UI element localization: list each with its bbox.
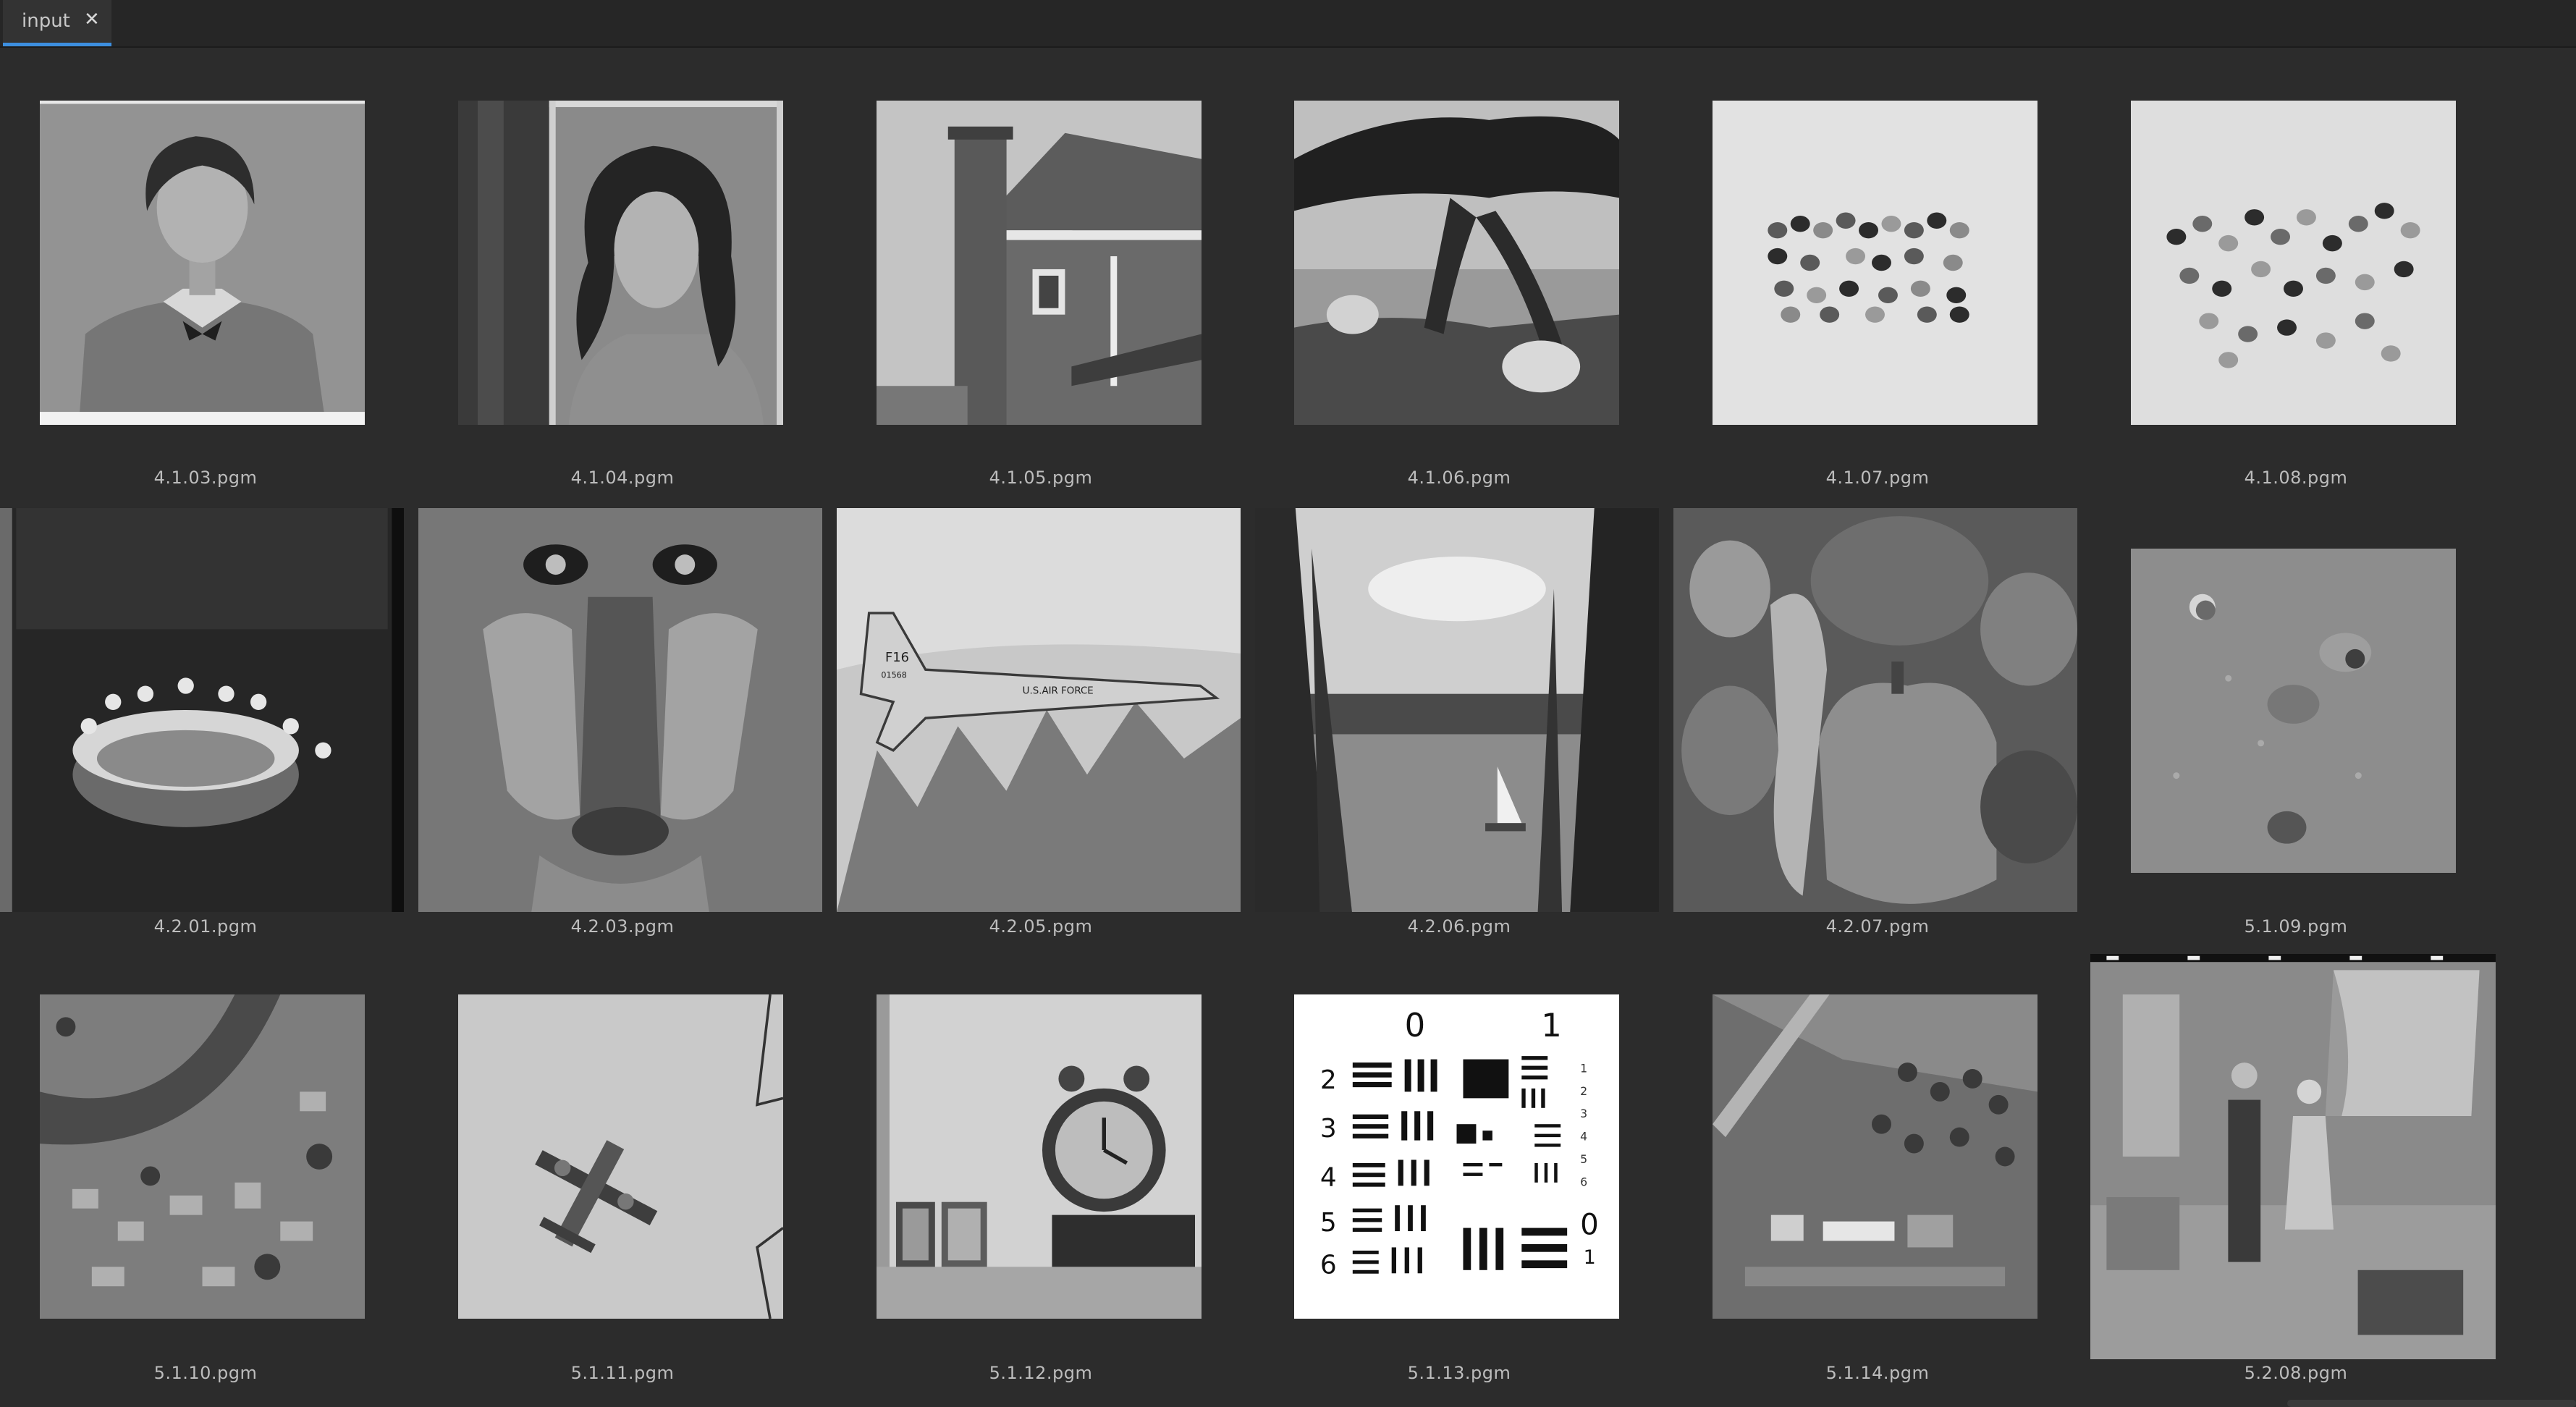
thumbnail-5-2-08[interactable] xyxy=(2090,954,2496,1359)
thumbnail-caption: 5.1.14.pgm xyxy=(1825,1363,1930,1383)
thumbnail-caption: 4.1.05.pgm xyxy=(989,468,1093,488)
thumbnail-5-1-12[interactable] xyxy=(877,994,1202,1319)
chart-label-bottom-0: 0 xyxy=(1580,1208,1599,1242)
jet-side-text: U.S.AIR FORCE xyxy=(1023,686,1094,697)
close-icon[interactable]: ✕ xyxy=(84,9,100,30)
thumbnail-caption: 4.2.06.pgm xyxy=(1407,916,1511,937)
thumbnail-4-2-07[interactable] xyxy=(1673,508,2077,912)
thumbnail-4-2-03[interactable] xyxy=(418,508,822,912)
thumbnail-5-1-11[interactable] xyxy=(458,994,783,1319)
chart-label-left-5: 5 xyxy=(1320,1208,1337,1238)
chart-group-label: 4 xyxy=(1580,1130,1587,1144)
thumbnail-caption: 5.1.09.pgm xyxy=(2244,916,2348,937)
tab-bar: input ✕ xyxy=(0,0,2576,48)
chart-label-left-4: 4 xyxy=(1320,1162,1337,1192)
horizontal-scrollbar[interactable] xyxy=(2287,1400,2576,1407)
thumbnail-5-1-13[interactable]: 0 1 2 3 4 5 6 1 2 3 4 5 6 0 1 xyxy=(1294,994,1619,1319)
thumbnail-5-1-09[interactable] xyxy=(2131,549,2456,873)
chart-group-label: 3 xyxy=(1580,1107,1587,1120)
thumbnail-4-2-01[interactable] xyxy=(0,508,404,912)
thumbnail-4-2-05[interactable]: F16 01568 U.S.AIR FORCE xyxy=(837,508,1241,912)
thumbnail-caption: 5.2.08.pgm xyxy=(2244,1363,2348,1383)
thumbnail-caption: 4.1.04.pgm xyxy=(570,468,675,488)
chart-group-label: 6 xyxy=(1580,1175,1587,1188)
thumbnail-4-1-06[interactable] xyxy=(1294,101,1619,425)
thumbnail-caption: 5.1.10.pgm xyxy=(153,1363,258,1383)
thumbnail-4-1-03[interactable] xyxy=(40,101,365,425)
thumbnail-caption: 4.1.06.pgm xyxy=(1407,468,1511,488)
jet-tail-text: F16 xyxy=(885,650,909,665)
chart-label-left-3: 3 xyxy=(1320,1114,1337,1144)
chart-label-left-6: 6 xyxy=(1320,1250,1337,1280)
jet-serial-text: 01568 xyxy=(881,670,907,680)
thumbnail-caption: 4.1.08.pgm xyxy=(2244,468,2348,488)
tab-input[interactable]: input ✕ xyxy=(3,0,111,46)
thumbnail-caption: 4.2.01.pgm xyxy=(153,916,258,937)
thumbnail-caption: 5.1.12.pgm xyxy=(989,1363,1093,1383)
chart-group-label: 1 xyxy=(1580,1062,1587,1076)
thumbnail-caption: 4.2.07.pgm xyxy=(1825,916,1930,937)
thumbnail-caption: 5.1.11.pgm xyxy=(570,1363,675,1383)
chart-label-top-0: 0 xyxy=(1405,1006,1426,1044)
thumbnail-4-1-08[interactable] xyxy=(2131,101,2456,425)
chart-group-label: 2 xyxy=(1580,1084,1587,1098)
chart-label-left-2: 2 xyxy=(1320,1065,1337,1095)
thumbnail-4-1-07[interactable] xyxy=(1713,101,2037,425)
thumbnail-4-2-06[interactable] xyxy=(1255,508,1659,912)
thumbnail-5-1-10[interactable] xyxy=(40,994,365,1319)
thumbnail-caption: 4.1.07.pgm xyxy=(1825,468,1930,488)
chart-group-label: 5 xyxy=(1580,1152,1587,1166)
thumbnail-4-1-04[interactable] xyxy=(458,101,783,425)
thumbnail-caption: 4.2.03.pgm xyxy=(570,916,675,937)
tab-label: input xyxy=(22,10,70,32)
thumbnail-caption: 5.1.13.pgm xyxy=(1407,1363,1511,1383)
thumbnail-caption: 4.2.05.pgm xyxy=(989,916,1093,937)
chart-label-bottom-1: 1 xyxy=(1584,1246,1596,1269)
thumbnail-caption: 4.1.03.pgm xyxy=(153,468,258,488)
thumbnail-4-1-05[interactable] xyxy=(877,101,1202,425)
thumbnail-5-1-14[interactable] xyxy=(1713,994,2037,1319)
chart-label-top-1: 1 xyxy=(1541,1006,1562,1044)
